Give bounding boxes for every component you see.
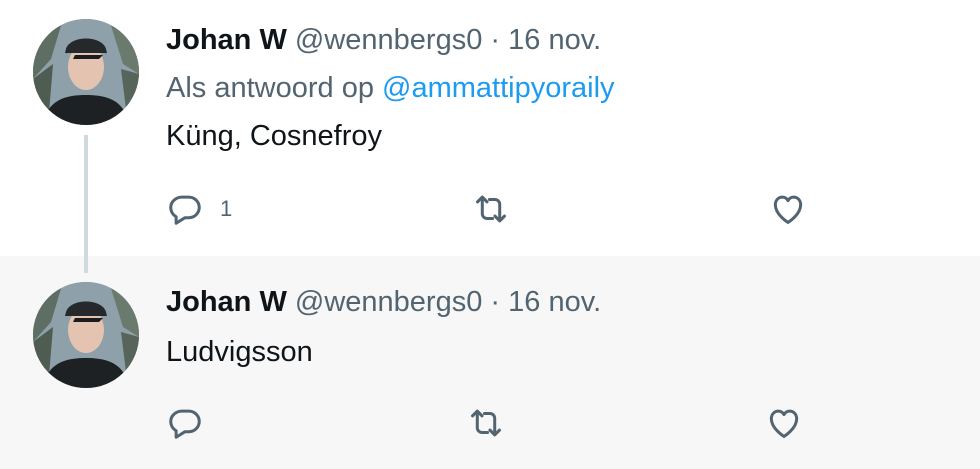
reply-icon — [169, 409, 201, 439]
like-icon — [773, 195, 803, 224]
like-icon — [769, 409, 799, 438]
separator: · — [490, 286, 501, 318]
like-button[interactable] — [769, 190, 807, 228]
tweet-header: Johan W @wennbergs0 · 16 nov. — [166, 286, 601, 319]
reply-prefix: Als antwoord op — [166, 72, 374, 104]
author-handle[interactable]: @wennbergs0 — [295, 24, 482, 56]
tweet-date[interactable]: 16 nov. — [508, 286, 601, 318]
reply-mention-link[interactable]: @ammattipyoraily — [382, 72, 615, 104]
tweet-text: Küng, Cosnefroy — [166, 120, 383, 152]
tweet[interactable]: Johan W @wennbergs0 · 16 nov. Als antwoo… — [0, 0, 980, 256]
author-handle[interactable]: @wennbergs0 — [295, 286, 482, 318]
tweet-header: Johan W @wennbergs0 · 16 nov. — [166, 24, 601, 57]
separator: · — [490, 24, 501, 56]
reply-button[interactable] — [166, 404, 204, 442]
reply-context: Als antwoord op @ammattipyoraily — [166, 72, 615, 105]
retweet-button[interactable] — [467, 404, 505, 442]
retweet-icon — [476, 195, 506, 223]
reply-count: 1 — [220, 196, 233, 221]
avatar[interactable] — [33, 282, 139, 388]
author-name[interactable]: Johan W — [166, 24, 287, 56]
tweet-date[interactable]: 16 nov. — [508, 24, 601, 56]
reply-icon — [169, 195, 201, 225]
retweet-button[interactable] — [472, 190, 510, 228]
reply-button[interactable]: 1 — [166, 190, 232, 228]
avatar[interactable] — [33, 19, 139, 125]
author-name[interactable]: Johan W — [166, 286, 287, 318]
thread-connector-line — [84, 135, 88, 273]
like-button[interactable] — [765, 404, 803, 442]
retweet-icon — [471, 409, 501, 437]
tweet-text: Ludvigsson — [166, 336, 313, 368]
tweet[interactable]: Johan W @wennbergs0 · 16 nov. Ludvigsson — [0, 256, 980, 469]
